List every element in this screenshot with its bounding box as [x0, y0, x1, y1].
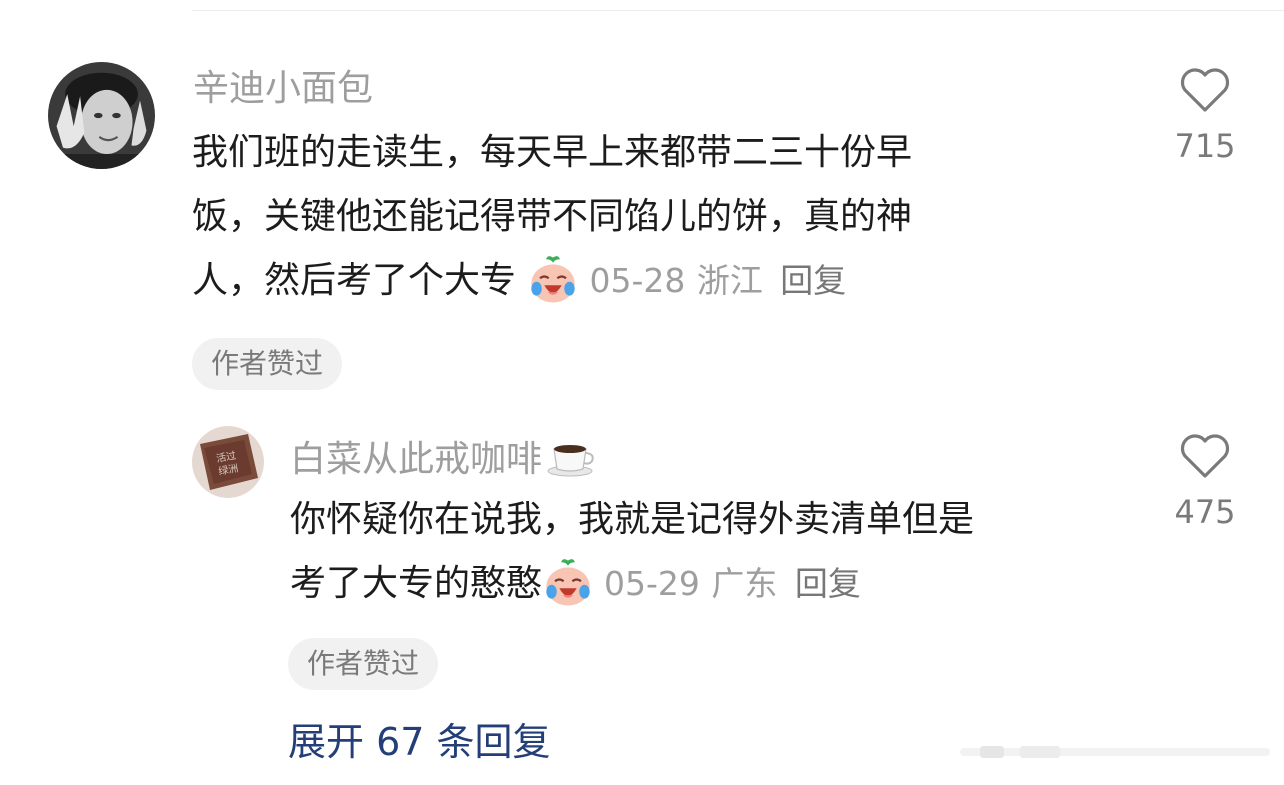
comment-text-line: 我们班的走读生，每天早上来都带二三十份早: [192, 132, 913, 173]
top-divider: [192, 10, 1284, 11]
reply-username-text: 白菜从此戒咖啡: [290, 439, 543, 480]
crying-laughing-emoji-icon: [546, 559, 590, 606]
comment-text-line: 人，然后考了个大专 05-28 浙江 回复: [192, 249, 1072, 313]
expand-replies-link[interactable]: 展开 67 条回复: [288, 718, 551, 767]
reply-username[interactable]: 白菜从此戒咖啡: [290, 437, 598, 478]
author-liked-badge: 作者赞过: [192, 338, 343, 390]
like-count: 715: [1174, 127, 1236, 165]
avatar[interactable]: 活过 绿洲: [192, 426, 264, 498]
reply-text: 你怀疑你在说我，我就是记得外卖清单但是 考了大专的憨憨 05-29 广东 回复: [290, 488, 1130, 616]
heart-icon[interactable]: [1178, 432, 1232, 480]
coffee-cup-icon: [547, 445, 594, 477]
reply-text-line: 考了大专的憨憨 05-29 广东 回复: [290, 552, 1130, 616]
comment-text-line: 人，然后考了个大专: [192, 260, 517, 301]
like-count: 475: [1174, 493, 1236, 531]
crying-laughing-emoji-icon: [531, 256, 576, 303]
comment-text-line: 饭，关键他还能记得带不同馅儿的饼，真的神: [192, 196, 913, 237]
reply-button[interactable]: 回复: [795, 564, 861, 603]
watermark: [960, 746, 1270, 758]
avatar-photo: 活过 绿洲: [192, 426, 264, 498]
reply-button[interactable]: 回复: [780, 261, 846, 300]
like-button[interactable]: 715: [1155, 66, 1255, 162]
avatar-photo: [48, 62, 155, 169]
author-liked-badge: 作者赞过: [288, 638, 439, 690]
avatar[interactable]: [48, 62, 155, 169]
comment-date: 05-28: [589, 261, 686, 300]
reply-text-line: 考了大专的憨憨: [290, 563, 543, 604]
comment-location: 浙江: [696, 261, 763, 300]
reply-location: 广东: [711, 564, 778, 603]
comment-text: 我们班的走读生，每天早上来都带二三十份早 饭，关键他还能记得带不同馅儿的饼，真的…: [192, 121, 1072, 313]
reply-date: 05-29: [604, 564, 700, 603]
reply-text-line: 你怀疑你在说我，我就是记得外卖清单但是: [290, 499, 975, 540]
like-button[interactable]: 475: [1155, 432, 1255, 528]
heart-icon[interactable]: [1178, 66, 1232, 114]
comment-username[interactable]: 辛迪小面包: [193, 71, 373, 107]
